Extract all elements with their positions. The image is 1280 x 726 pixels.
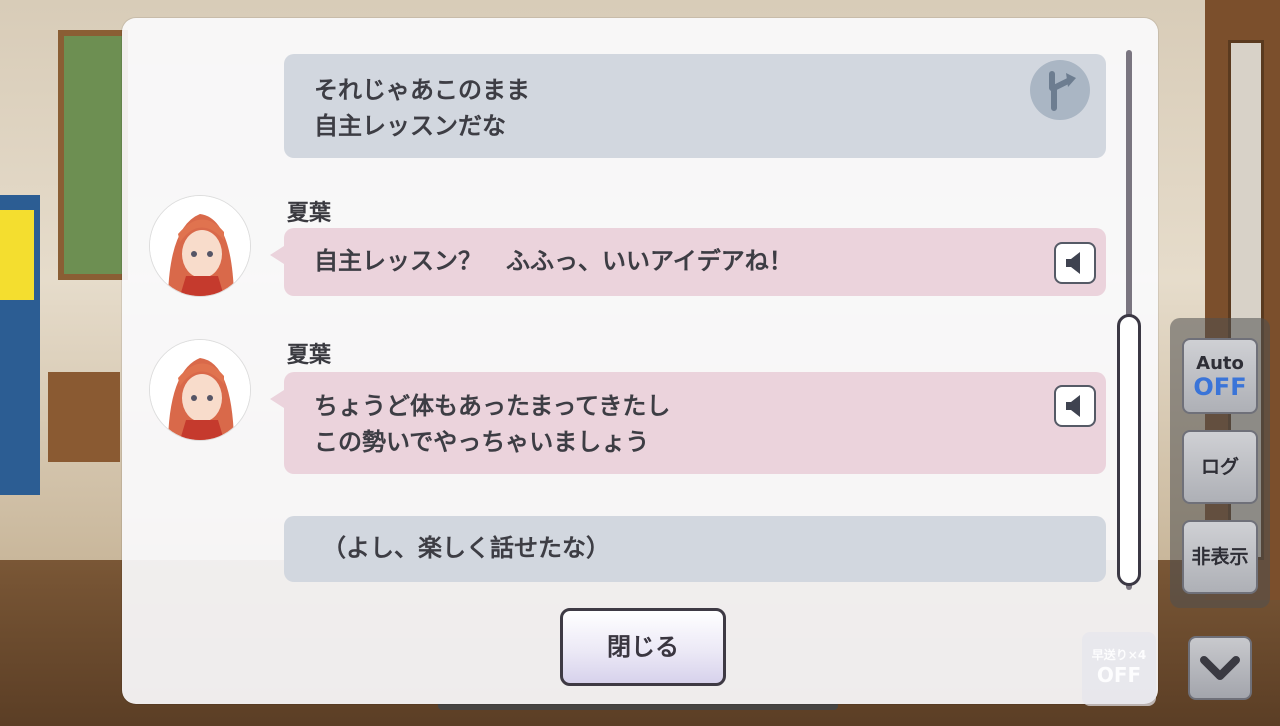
- hide-button[interactable]: 非表示: [1182, 520, 1258, 594]
- speaker-icon: [1066, 395, 1080, 417]
- message-line: それじゃあこのまま: [314, 76, 530, 104]
- branch-arrow-icon: [1030, 60, 1090, 120]
- hide-label: 非表示: [1191, 546, 1249, 568]
- scroll-down-button[interactable]: [1188, 636, 1252, 700]
- speaker-avatar: [150, 196, 250, 296]
- auto-state: OFF: [1193, 373, 1247, 401]
- log-label: ログ: [1200, 456, 1239, 478]
- voice-replay-button[interactable]: [1054, 385, 1096, 427]
- character-message: 自主レッスン？ ふふっ、いいアイデアね！: [270, 228, 1106, 296]
- auto-label: Auto: [1196, 353, 1244, 374]
- message-line: ちょうど体もあったまってきたし: [314, 392, 671, 420]
- player-monologue-message: （よし、楽しく話せたな）: [284, 516, 1106, 582]
- speaker-icon: [1066, 252, 1080, 274]
- room-poster: [0, 210, 34, 300]
- character-message: ちょうど体もあったまってきたし この勢いでやっちゃいましょう: [270, 372, 1106, 474]
- skip-state: OFF: [1096, 663, 1142, 687]
- scrollbar-thumb[interactable]: [1117, 314, 1141, 586]
- log-button[interactable]: ログ: [1182, 430, 1258, 504]
- room-window: [58, 30, 128, 280]
- skip-label: 早送り×4: [1091, 648, 1147, 662]
- room-shelf: [48, 372, 120, 462]
- speaker-name: 夏葉: [287, 343, 332, 368]
- close-button[interactable]: 閉じる: [560, 608, 726, 686]
- message-line: この勢いでやっちゃいましょう: [314, 428, 650, 456]
- message-line: 自主レッスンだな: [314, 112, 506, 140]
- message-line: （よし、楽しく話せたな）: [322, 534, 610, 562]
- speaker-avatar: [150, 340, 250, 440]
- skip-x4-button[interactable]: 早送り×4 OFF: [1082, 632, 1156, 706]
- voice-replay-button[interactable]: [1054, 242, 1096, 284]
- message-line: 自主レッスン？ ふふっ、いいアイデアね！: [314, 247, 793, 275]
- auto-toggle-button[interactable]: Auto OFF: [1182, 338, 1258, 414]
- player-choice-message: それじゃあこのまま 自主レッスンだな: [284, 54, 1106, 158]
- speaker-name: 夏葉: [287, 201, 332, 226]
- chevron-down-icon: [1200, 656, 1240, 680]
